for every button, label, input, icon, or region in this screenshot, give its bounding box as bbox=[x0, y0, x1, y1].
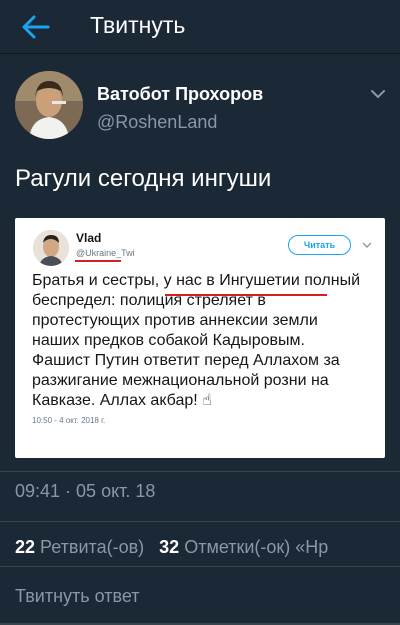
author-avatar[interactable] bbox=[15, 71, 83, 139]
retweets-count: 22 bbox=[15, 537, 36, 557]
reply-input[interactable]: Твитнуть ответ bbox=[15, 586, 140, 607]
text-underline-mark bbox=[165, 294, 327, 296]
divider bbox=[0, 471, 400, 472]
retweets-label: Ретвита(-ов) bbox=[40, 537, 145, 557]
chevron-down-icon bbox=[371, 90, 385, 98]
reply-bar: Твитнуть ответ bbox=[0, 566, 400, 625]
embedded-avatar-image bbox=[33, 230, 69, 266]
author-name[interactable]: Ватобот Прохоров bbox=[97, 84, 263, 105]
embedded-text-line: протестующих против аннексии земли bbox=[32, 312, 318, 329]
tweet-timestamp: 09:41 · 05 окт. 18 bbox=[15, 481, 156, 501]
embedded-tweet-text: Братья и сестры, у нас в Ингушетии полны… bbox=[32, 271, 377, 411]
tweet-text: Рагули сегодня ингуши bbox=[15, 165, 272, 192]
tweet-menu-button[interactable] bbox=[368, 86, 388, 102]
chevron-down-icon bbox=[362, 242, 372, 248]
back-button[interactable] bbox=[18, 12, 52, 42]
arrow-left-icon bbox=[22, 15, 50, 39]
page-title: Твитнуть bbox=[90, 12, 186, 38]
embedded-text-line: Братья и сестры, у нас в Ингушетии полны… bbox=[32, 272, 361, 289]
embedded-text-line: разжигание межнациональной розни на bbox=[32, 372, 329, 389]
divider bbox=[0, 521, 400, 522]
embedded-tweet-image[interactable]: Vlad @Ukraine_Twi Читать Братья и сестры… bbox=[15, 218, 385, 458]
embedded-author-name: Vlad bbox=[76, 231, 102, 245]
top-bar: Твитнуть bbox=[0, 0, 400, 54]
embedded-text-line: Кавказе. Аллах акбар! ☝ bbox=[32, 392, 212, 409]
handle-underline-mark bbox=[75, 260, 121, 262]
embedded-author-handle: @Ukraine_Twi bbox=[76, 248, 135, 258]
embedded-text-line: наших предков собакой Кадыровым. bbox=[32, 332, 305, 349]
author-handle[interactable]: @RoshenLand bbox=[97, 112, 217, 133]
likes-count: 32 bbox=[159, 537, 180, 557]
embedded-text-line: Фашист Путин ответит перед Аллахом за bbox=[32, 352, 340, 369]
tweet-stats: 22 Ретвита(-ов) 32 Отметки(-ок) «Нр bbox=[15, 537, 328, 558]
likes-label: Отметки(-ок) «Нр bbox=[184, 537, 329, 557]
likes-stat[interactable]: 32 Отметки(-ок) «Нр bbox=[159, 537, 328, 557]
tweet-detail-screen: Твитнуть Ватобот Прохоров @RoshenLand Ра… bbox=[0, 0, 400, 625]
embedded-follow-button: Читать bbox=[288, 235, 351, 255]
avatar-image bbox=[15, 71, 83, 139]
retweets-stat[interactable]: 22 Ретвита(-ов) bbox=[15, 537, 144, 557]
embedded-avatar bbox=[33, 230, 69, 266]
embedded-timestamp: 10:50 - 4 окт. 2018 г. bbox=[32, 416, 106, 425]
